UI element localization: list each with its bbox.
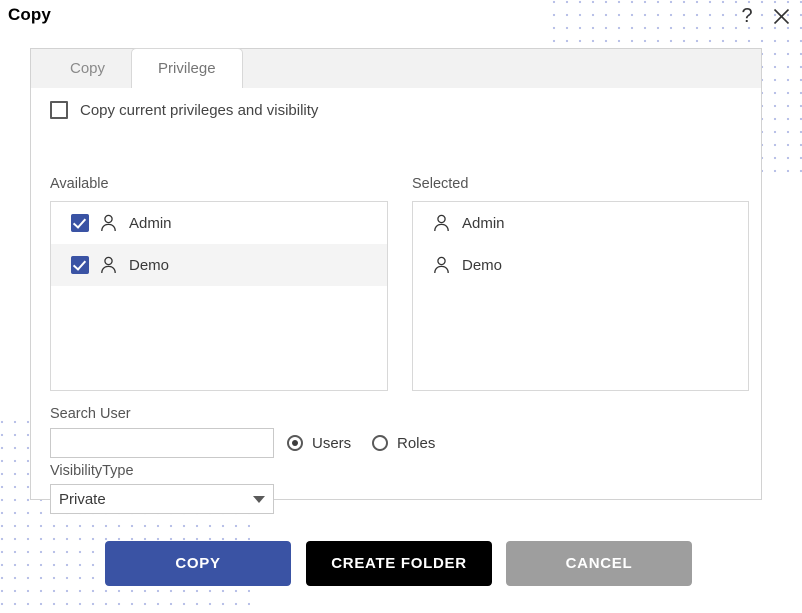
tab-strip: Copy Privilege: [30, 48, 762, 89]
copy-privileges-checkbox[interactable]: [50, 101, 68, 119]
selected-listbox[interactable]: Admin Demo: [412, 201, 749, 391]
privilege-tab-panel: Copy current privileges and visibility A…: [31, 88, 761, 514]
list-item[interactable]: Demo: [413, 244, 748, 286]
copy-privileges-checkbox-row[interactable]: Copy current privileges and visibility: [50, 101, 318, 119]
list-item-label: Admin: [462, 214, 505, 232]
tab-privilege[interactable]: Privilege: [131, 48, 243, 89]
cancel-button[interactable]: CANCEL: [506, 541, 692, 586]
row-checkbox[interactable]: [71, 256, 89, 274]
copy-privileges-label: Copy current privileges and visibility: [80, 101, 319, 119]
available-label: Available: [50, 176, 109, 192]
radio-users-indicator[interactable]: [287, 435, 303, 451]
dialog-footer: COPY CREATE FOLDER CANCEL: [0, 530, 802, 613]
search-user-input[interactable]: [50, 428, 274, 458]
chevron-down-icon[interactable]: [253, 495, 265, 503]
search-user-label: Search User: [50, 406, 131, 422]
visibility-type-select[interactable]: Private: [50, 484, 274, 514]
visibility-type-value: Private: [59, 490, 106, 508]
person-icon: [101, 214, 116, 232]
row-checkbox[interactable]: [71, 214, 89, 232]
copy-button[interactable]: COPY: [105, 541, 291, 586]
list-item[interactable]: Admin: [413, 202, 748, 244]
selected-label: Selected: [412, 176, 469, 192]
radio-users-label: Users: [312, 434, 352, 452]
list-item[interactable]: Demo: [51, 244, 387, 286]
tab-copy[interactable]: Copy: [44, 49, 131, 88]
radio-roles-indicator[interactable]: [372, 435, 388, 451]
radio-users[interactable]: Users: [287, 428, 351, 458]
radio-roles-label: Roles: [397, 434, 436, 452]
create-folder-button[interactable]: CREATE FOLDER: [306, 541, 492, 586]
radio-roles[interactable]: Roles: [372, 428, 435, 458]
person-icon: [434, 256, 449, 274]
list-item-label: Demo: [462, 256, 503, 274]
list-item-label: Demo: [129, 256, 170, 274]
person-icon: [434, 214, 449, 232]
close-icon[interactable]: [768, 3, 794, 29]
list-item-label: Admin: [129, 214, 172, 232]
visibility-type-label: VisibilityType: [50, 463, 134, 479]
question-mark-icon[interactable]: ?: [734, 3, 760, 29]
person-icon: [101, 256, 116, 274]
dialog-header: Copy ?: [0, 0, 802, 36]
copy-dialog: Copy ? Copy Privilege Copy current privi…: [0, 0, 802, 613]
page-title: Copy: [8, 5, 51, 24]
list-item[interactable]: Admin: [51, 202, 387, 244]
available-listbox[interactable]: Admin Demo: [50, 201, 388, 391]
